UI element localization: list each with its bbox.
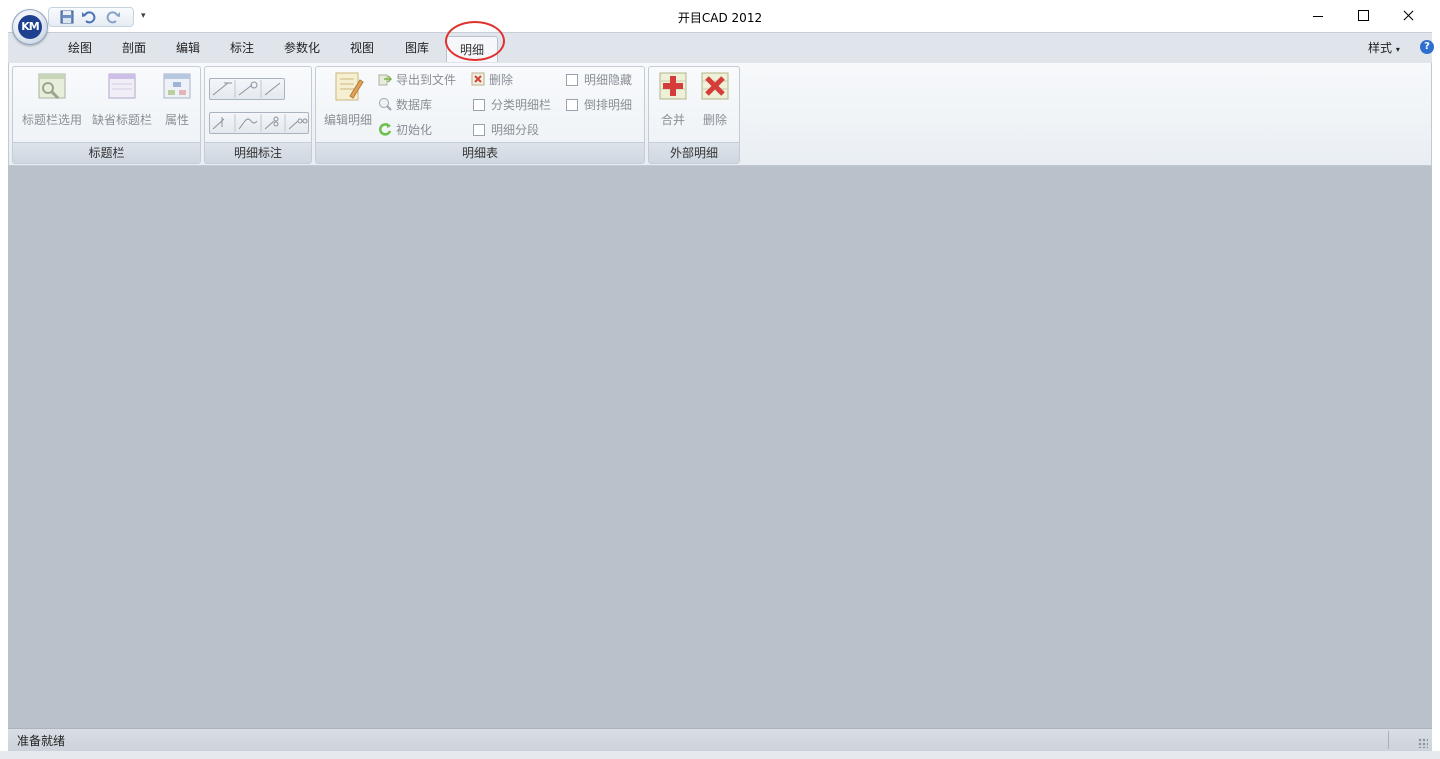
tab-section[interactable]: 剖面 bbox=[122, 39, 146, 56]
style-menu-label: 样式 bbox=[1368, 41, 1393, 55]
group-title-bar: 标题栏选用 缺省标题栏 属性 标题栏 bbox=[12, 66, 201, 164]
delete-row-icon bbox=[471, 72, 485, 86]
resize-grip-icon[interactable] bbox=[1418, 738, 1428, 748]
tab-draw[interactable]: 绘图 bbox=[68, 39, 92, 56]
reverse-label: 倒排明细 bbox=[584, 98, 633, 112]
edit-detail-icon bbox=[335, 72, 364, 101]
right-border bbox=[1432, 32, 1440, 751]
title-select-label: 标题栏选用 bbox=[21, 113, 82, 127]
merge-button[interactable]: 合并 bbox=[653, 70, 693, 128]
default-title-label: 缺省标题栏 bbox=[91, 113, 152, 127]
group-detail-annotation: 明细标注 bbox=[204, 66, 312, 164]
initialize-label: 初始化 bbox=[396, 123, 433, 137]
tab-library[interactable]: 图库 bbox=[405, 39, 429, 56]
database-item[interactable]: 数据库 bbox=[378, 96, 432, 114]
delete-item[interactable]: 删除 bbox=[471, 71, 513, 89]
segment-label: 明细分段 bbox=[491, 123, 540, 137]
app-logo-text: KM bbox=[18, 15, 42, 39]
tab-view[interactable]: 视图 bbox=[350, 39, 374, 56]
export-to-file-item[interactable]: 导出到文件 bbox=[378, 71, 456, 89]
help-icon[interactable]: ? bbox=[1420, 40, 1434, 54]
tab-parametric[interactable]: 参数化 bbox=[284, 39, 320, 56]
title-select-icon bbox=[38, 73, 66, 100]
initialize-item[interactable]: 初始化 bbox=[378, 121, 432, 139]
default-title-button[interactable]: 缺省标题栏 bbox=[89, 70, 155, 128]
refresh-icon bbox=[379, 123, 392, 136]
status-text: 准备就绪 bbox=[17, 734, 66, 748]
group-detail-table-label: 明细表 bbox=[316, 142, 644, 163]
group-detail-table: 编辑明细 导出到文件 数据库 初始化 删除 分类明细栏 明细分段 明细隐藏 倒排… bbox=[315, 66, 645, 164]
database-label: 数据库 bbox=[396, 98, 433, 112]
drawing-workspace[interactable] bbox=[8, 166, 1432, 728]
group-detail-annotation-label: 明细标注 bbox=[205, 142, 311, 163]
leader-style-row-2 bbox=[209, 112, 309, 134]
checkbox-icon bbox=[566, 74, 578, 86]
title-bar: ▾ 开目CAD 2012 bbox=[0, 0, 1440, 32]
checkbox-icon bbox=[473, 99, 485, 111]
chevron-down-icon: ▾ bbox=[1395, 45, 1400, 54]
window-title: 开目CAD 2012 bbox=[677, 11, 763, 25]
delete-external-label: 删除 bbox=[702, 113, 727, 127]
properties-button[interactable]: 属性 bbox=[159, 70, 195, 128]
checkbox-icon bbox=[473, 124, 485, 136]
merge-label: 合并 bbox=[660, 113, 685, 127]
minimize-button[interactable] bbox=[1295, 0, 1341, 32]
export-icon bbox=[378, 74, 392, 86]
reverse-checkbox[interactable]: 倒排明细 bbox=[566, 96, 632, 114]
delete-icon bbox=[701, 72, 729, 100]
properties-label: 属性 bbox=[164, 113, 189, 127]
annotation-highlight-circle bbox=[445, 21, 505, 61]
left-border bbox=[0, 32, 8, 751]
default-title-icon bbox=[108, 73, 136, 99]
maximize-button[interactable] bbox=[1340, 0, 1386, 32]
delete-label: 删除 bbox=[489, 73, 514, 87]
hide-label: 明细隐藏 bbox=[584, 73, 633, 87]
title-select-button[interactable]: 标题栏选用 bbox=[17, 70, 87, 128]
segment-checkbox[interactable]: 明细分段 bbox=[473, 121, 539, 139]
status-bar: 准备就绪 bbox=[8, 728, 1432, 751]
taskbar-strip bbox=[0, 751, 1440, 759]
category-column-checkbox[interactable]: 分类明细栏 bbox=[473, 96, 551, 114]
edit-detail-label: 编辑明细 bbox=[323, 113, 372, 127]
delete-external-button[interactable]: 删除 bbox=[695, 70, 735, 128]
ribbon-tab-strip: 绘图 剖面 编辑 标注 参数化 视图 图库 明细 样式 ▾ ? bbox=[8, 32, 1434, 64]
leader-style-row-1 bbox=[209, 78, 285, 100]
checkbox-icon bbox=[566, 99, 578, 111]
ribbon-panel: 标题栏选用 缺省标题栏 属性 标题栏 明细标注 编辑明细 导出到文件 数据库 初… bbox=[8, 62, 1432, 166]
tab-annotate[interactable]: 标注 bbox=[230, 39, 254, 56]
merge-icon bbox=[659, 72, 687, 100]
group-title-bar-label: 标题栏 bbox=[13, 142, 200, 163]
style-menu[interactable]: 样式 ▾ bbox=[1368, 39, 1400, 56]
close-button[interactable] bbox=[1386, 0, 1432, 32]
export-label: 导出到文件 bbox=[396, 73, 457, 87]
app-window: ▾ 开目CAD 2012 KM 绘图 剖面 编辑 标注 参数化 视图 图库 明细… bbox=[0, 0, 1440, 759]
properties-icon bbox=[163, 73, 191, 99]
database-search-icon bbox=[379, 98, 392, 111]
status-separator bbox=[1388, 731, 1389, 749]
edit-detail-button[interactable]: 编辑明细 bbox=[319, 70, 377, 128]
leader-styles-icon[interactable] bbox=[210, 79, 286, 99]
group-external-detail-label: 外部明细 bbox=[649, 142, 739, 163]
app-logo-button[interactable]: KM bbox=[12, 9, 48, 45]
group-external-detail: 合并 删除 外部明细 bbox=[648, 66, 740, 164]
leader-styles-2-icon[interactable] bbox=[210, 113, 310, 133]
tab-edit[interactable]: 编辑 bbox=[176, 39, 200, 56]
category-column-label: 分类明细栏 bbox=[491, 98, 552, 112]
hide-checkbox[interactable]: 明细隐藏 bbox=[566, 71, 632, 89]
